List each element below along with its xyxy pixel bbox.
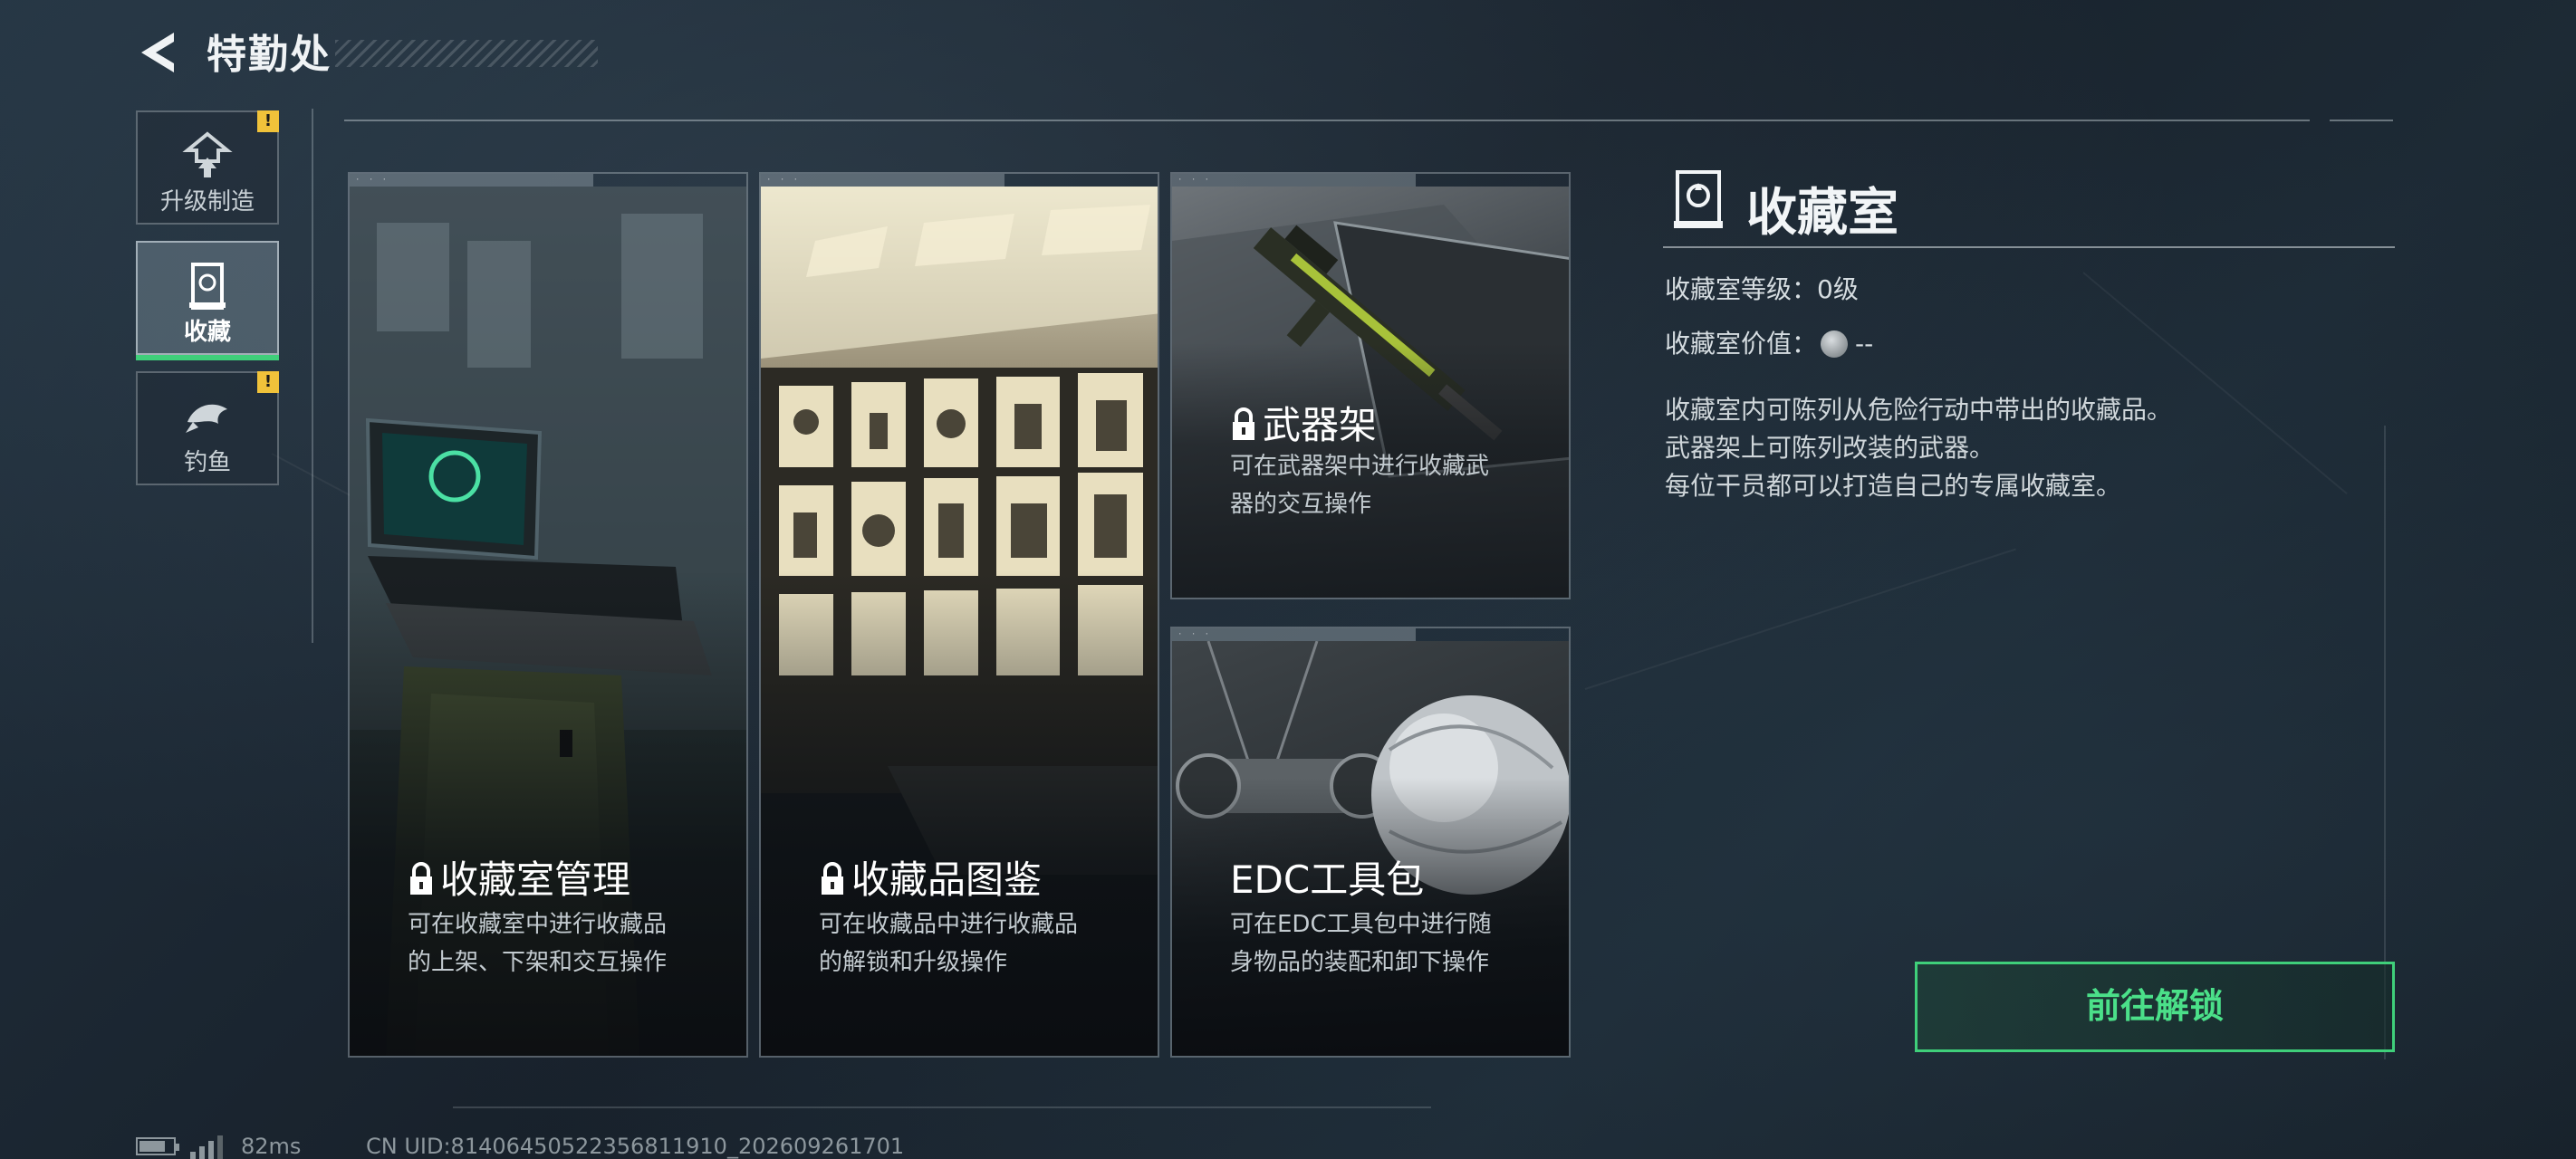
description-line: 每位干员都可以打造自己的专属收藏室。 [1665, 471, 2122, 501]
sidebar-item-upgrade[interactable]: 升级制造 ! [136, 110, 279, 225]
collection-icon [189, 263, 226, 310]
uid-readout: CN UID:8140645052235681​1910_20260926170… [366, 1134, 905, 1159]
card-tab: · · · [1172, 174, 1416, 187]
back-button[interactable] [134, 27, 185, 78]
card-shade [761, 570, 1158, 1056]
card-collection-catalog[interactable]: · · · 收藏品图鉴 可在收藏品中进行收藏品 的解锁和升级操作 [759, 172, 1159, 1058]
level-label: 收藏室等级： [1665, 274, 1818, 304]
sidebar-item-fishing[interactable]: 钓鱼 ! [136, 371, 279, 485]
collection-value-row: 收藏室价值： -- [1665, 324, 1873, 360]
card-description: 可在收藏室中进行收藏品 的上架、下架和交互操作 [408, 911, 668, 976]
collection-room-icon [1674, 170, 1723, 228]
card-tab: · · · [350, 174, 593, 187]
card-description: 可在武器架中进行收藏武 器的交互操作 [1230, 453, 1490, 518]
panel-description: 收藏室内可陈列从危险行动中带出的收藏品。 武器架上可陈列改装的武器。 每位干员都… [1665, 391, 2172, 505]
panel-title: 收藏室 [1746, 184, 1898, 243]
alert-badge: ! [257, 110, 279, 132]
card-title-text: 武器架 [1263, 403, 1378, 447]
frame-line-top-right [2330, 120, 2393, 121]
card-collection-room-management[interactable]: · · · 收藏室管理 可在收藏室中进行收藏品 的上架、下架和交互操作 [348, 172, 748, 1058]
description-line: 武器架上可陈列改装的武器。 [1665, 433, 1995, 463]
frame-line-left [312, 109, 313, 643]
battery-icon [136, 1137, 179, 1155]
sidebar-item-label: 升级制造 [159, 188, 255, 216]
card-tab: · · · [761, 174, 1004, 187]
card-title-text: 收藏品图鉴 [851, 857, 1043, 902]
card-weapon-rack[interactable]: · · · 武器架 可在武器架中进行收藏武 器的交互操作 [1170, 172, 1571, 599]
sidebar-item-collection[interactable]: 收藏 [136, 241, 279, 360]
level-value: 0级 [1817, 274, 1859, 304]
card-title: EDC工具包 [1230, 849, 1424, 905]
collection-level-row: 收藏室等级：0级 [1665, 270, 1859, 306]
page-title: 特勤处 [207, 32, 332, 78]
card-description: 可在EDC工具包中进行随 身物品的装配和卸下操作 [1230, 911, 1492, 976]
go-unlock-button[interactable]: 前往解锁 [1915, 962, 2395, 1052]
card-edc-toolkit[interactable]: · · · EDC工具包 可在EDC工具包中进行随 身物品的装配和卸下操作 [1170, 627, 1571, 1058]
card-title: 收藏品图鉴 [819, 849, 1042, 905]
ping-readout: 82ms [241, 1134, 302, 1159]
card-description: 可在收藏品中进行收藏品 的解锁和升级操作 [819, 911, 1079, 976]
back-arrow-icon [141, 33, 174, 72]
frame-line-top [344, 120, 2310, 121]
fish-icon [186, 404, 227, 433]
frame-line-bottom [453, 1106, 1431, 1108]
description-line: 收藏室内可陈列从危险行动中带出的收藏品。 [1665, 395, 2173, 425]
lock-icon [1233, 407, 1254, 440]
active-indicator [136, 355, 279, 360]
value-label: 收藏室价值： [1665, 329, 1818, 359]
card-title: 收藏室管理 [408, 849, 630, 905]
sidebar-item-label: 收藏 [183, 319, 231, 346]
signal-icon [190, 1134, 223, 1159]
card-title-text: 收藏室管理 [440, 857, 631, 902]
coin-icon [1821, 330, 1849, 358]
upgrade-icon [182, 131, 233, 177]
card-title: 武器架 [1230, 395, 1377, 450]
sidebar-item-label: 钓鱼 [183, 449, 231, 476]
card-shade [350, 570, 746, 1056]
lock-icon [822, 862, 843, 895]
panel-divider [1663, 246, 2395, 248]
card-title-text: EDC工具包 [1230, 857, 1425, 902]
value-amount: -- [1855, 329, 1874, 359]
alert-badge: ! [257, 371, 279, 393]
lock-icon [410, 862, 432, 895]
card-tab: · · · [1172, 628, 1416, 641]
title-decoration [335, 40, 598, 67]
